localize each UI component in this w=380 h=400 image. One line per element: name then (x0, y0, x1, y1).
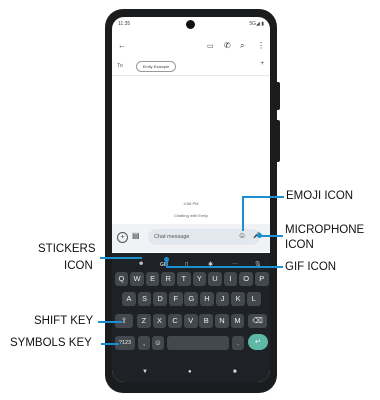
key-w[interactable]: W (130, 272, 144, 286)
emoji-leader-line (242, 196, 284, 198)
key-t[interactable]: T (176, 272, 191, 286)
period-key[interactable]: . (232, 336, 244, 350)
nav-back-icon[interactable]: ▼ (142, 369, 148, 375)
key-x[interactable]: X (152, 314, 167, 328)
key-i[interactable]: I (223, 272, 238, 286)
symbols-leader-line (101, 343, 119, 345)
nav-home-icon[interactable]: ● (188, 369, 192, 375)
back-arrow-icon[interactable]: ← (118, 41, 126, 50)
header-divider (112, 75, 270, 76)
microphone-leader-dot (257, 233, 262, 238)
add-attachment-icon[interactable]: + (117, 232, 128, 243)
key-f[interactable]: F (168, 292, 183, 306)
stickers-callout-line2: ICON (64, 260, 93, 272)
search-icon[interactable]: ⌕ (240, 41, 244, 51)
shift-leader-line (98, 321, 122, 323)
key-a[interactable]: A (122, 292, 136, 306)
key-q[interactable]: Q (114, 272, 129, 286)
stickers-callout-line1: STICKERS (38, 243, 96, 255)
chat-message-placeholder: Chat message (154, 234, 190, 240)
stickers-icon[interactable]: ☻ (138, 261, 144, 267)
key-j[interactable]: J (215, 292, 230, 306)
backspace-key[interactable]: ⌫ (248, 314, 267, 328)
microphone-leader-line (259, 235, 283, 237)
status-icons: 5G◢ ▮ (249, 21, 264, 27)
gif-leader-dot (164, 257, 169, 262)
key-z[interactable]: Z (137, 314, 151, 328)
comma-key[interactable]: , (138, 336, 150, 350)
emoji-leader-drop (242, 196, 244, 231)
key-v[interactable]: V (183, 314, 198, 328)
key-c[interactable]: C (168, 314, 182, 328)
shift-key-callout: SHIFT KEY (34, 315, 94, 327)
add-person-icon[interactable]: + (260, 61, 264, 67)
key-e[interactable]: E (145, 272, 160, 286)
symbols-key-callout: SYMBOLS KEY (10, 337, 92, 349)
nav-recents-icon[interactable]: ■ (233, 369, 237, 375)
volume-button (277, 120, 280, 162)
key-g[interactable]: G (184, 292, 199, 306)
microphone-callout-line2: ICON (285, 239, 314, 251)
power-button (277, 82, 280, 110)
video-call-icon[interactable]: ▭ (207, 42, 214, 50)
key-n[interactable]: N (215, 314, 229, 328)
emoji-icon[interactable]: ☺ (238, 231, 246, 240)
key-s[interactable]: S (137, 292, 152, 306)
stickers-leader-line (100, 257, 142, 259)
key-r[interactable]: R (161, 272, 176, 286)
key-h[interactable]: H (200, 292, 214, 306)
message-timestamp: 4:56 PM (183, 201, 199, 206)
emoji-icon-callout: EMOJI ICON (286, 190, 354, 202)
key-k[interactable]: K (231, 292, 245, 306)
space-bar[interactable] (167, 336, 229, 350)
key-d[interactable]: D (153, 292, 167, 306)
key-y[interactable]: Y (192, 272, 207, 286)
gif-icon-callout: GIF ICON (285, 261, 337, 273)
key-o[interactable]: O (239, 272, 254, 286)
front-camera (186, 20, 195, 29)
emoji-key[interactable]: ☺ (152, 336, 164, 350)
more-options-icon[interactable]: ⋮ (257, 41, 265, 50)
gif-leader-line (166, 266, 283, 268)
chatting-with-label: Chatting with Emily (173, 213, 208, 218)
media-gallery-icon[interactable]: ▤ (132, 231, 140, 240)
key-l[interactable]: L (246, 292, 261, 306)
to-label: To (117, 63, 123, 69)
key-b[interactable]: B (199, 314, 214, 328)
key-p[interactable]: P (254, 272, 269, 286)
status-time: 11:35 (118, 21, 131, 27)
key-m[interactable]: M (230, 314, 245, 328)
recipient-chip[interactable]: Emily Example (136, 61, 176, 72)
microphone-callout-line1: MICROPHONE (285, 224, 365, 236)
phone-screen: 11:35 5G◢ ▮ ← ▭ ✆ ⌕ ⋮ To Emily Example +… (112, 17, 270, 382)
key-u[interactable]: U (208, 272, 222, 286)
phone-call-icon[interactable]: ✆ (224, 41, 231, 50)
enter-key[interactable]: ↵ (248, 334, 268, 350)
